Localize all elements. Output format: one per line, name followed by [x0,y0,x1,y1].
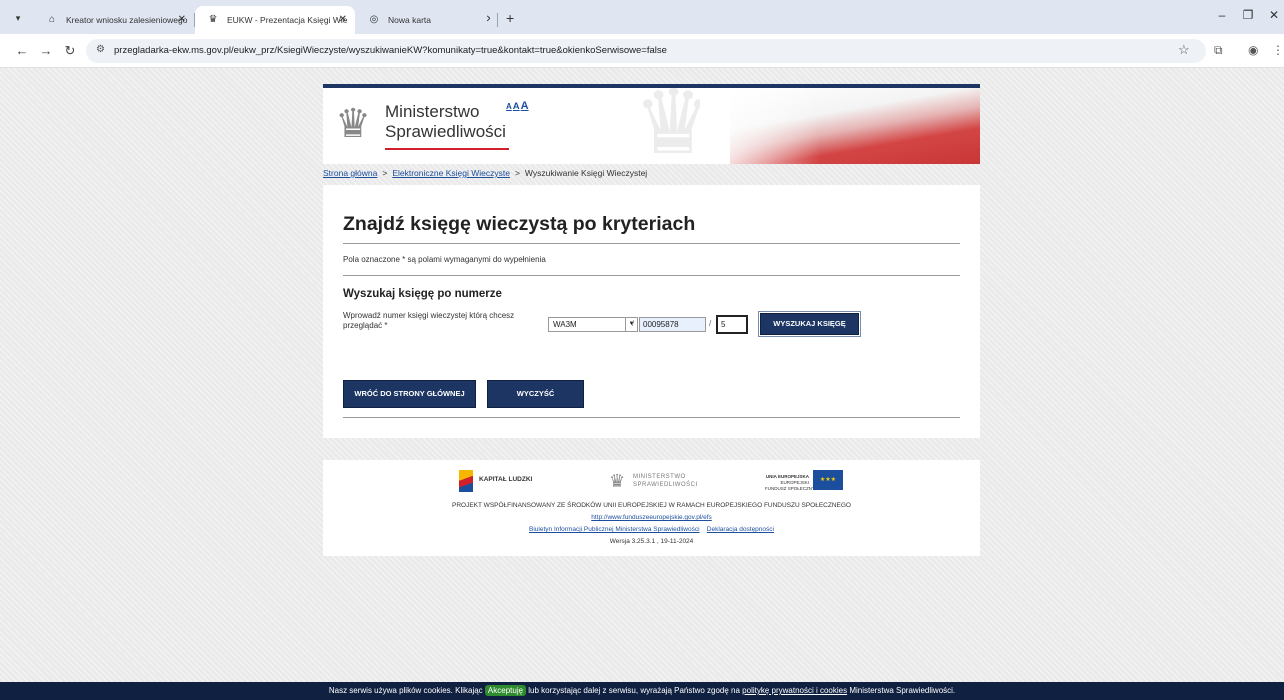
tab-title: Nowa karta [388,15,431,25]
breadcrumb-home[interactable]: Strona główna [323,168,377,178]
eu-logo-text: UNIA EUROPEJSKA EUROPEJSKI FUNDUSZ SPOŁE… [765,474,816,492]
chrome-icon: ◎ [369,14,379,25]
font-size-medium[interactable]: A [513,101,520,112]
slash-separator: / [709,319,712,328]
font-size-small[interactable]: A [506,102,512,111]
restore-icon[interactable]: ❐ [1238,8,1258,22]
breadcrumb: Strona główna > Elektroniczne Księgi Wiecz… [323,168,647,178]
section-title: Wyszukaj księgę po numerze [343,288,502,300]
bip-link[interactable]: Biuletyn Informacji Publicznej Ministers… [529,526,700,533]
tab-title: EUKW - Prezentacja Księgi Wie [227,15,348,25]
cookie-text-middle: lub korzystając dalej z serwisu, wyrażaj… [528,686,740,695]
breadcrumb-separator: > [382,168,388,178]
font-size-switcher: AAA [506,100,530,112]
bookmark-star-icon[interactable]: ☆ [1178,42,1190,58]
ministry-logo: ♛ MINISTERSTWO SPRAWIEDLIWOŚCI [609,468,709,494]
page-viewport: ♛ ♛ Ministerstwo Sprawiedliwości AAA Str… [0,68,1284,700]
close-icon[interactable]: ✕ [486,6,490,34]
back-to-home-button[interactable]: WRÓĆ DO STRONY GŁÓWNEJ [343,380,476,408]
font-size-large[interactable]: A [521,100,529,112]
ministry-logo-line-2: SPRAWIEDLIWOŚCI [633,482,698,488]
project-text: PROJEKT WSPÓŁFINANSOWANY ZE ŚRODKÓW UNII… [452,502,851,509]
new-tab-button[interactable]: + [506,11,514,25]
efs-link[interactable]: http://www.funduszeeuropejskie.gov.pl/ef… [591,514,712,521]
ministry-logo-line-1: MINISTERSTWO [633,474,686,480]
profile-icon[interactable]: ◉ [1248,43,1258,57]
page-title: Znajdź księgę wieczystą po kryteriach [343,213,696,235]
brand-line-1[interactable]: Ministerstwo [385,102,479,122]
kw-number-label: Wprowadź numer księgi wieczystej którą c… [343,311,515,330]
version-text: Wersja 3.25.3.1 , 19-11-2024 [609,538,694,545]
eu-logo-line-3: FUNDUSZ SPOŁECZNY [765,486,816,491]
efs-link-line: http://www.funduszeeuropejskie.gov.pl/ef… [323,514,980,521]
slash-separator: / [632,319,635,328]
tab-eukw[interactable]: ♛ EUKW - Prezentacja Księgi Wie ✕ [195,6,355,34]
kw-number-input[interactable]: 00095878 [639,317,706,332]
tab-title: Kreator wniosku zalesieniowego [66,15,188,25]
tab-search-icon[interactable]: ▾ [10,10,26,26]
breadcrumb-separator: > [514,168,520,178]
tab-kreator[interactable]: ⌂ Kreator wniosku zalesieniowego ✕ [34,6,194,34]
court-code-value: WA3M [553,320,577,329]
cookie-accept-button[interactable]: Akceptuję [484,685,527,696]
accessibility-link[interactable]: Deklaracja dostępności [707,526,774,533]
brand-line-2[interactable]: Sprawiedliwości [385,122,506,142]
kapital-ludzki-text: KAPITAŁ LUDZKI [479,476,533,483]
address-bar[interactable]: ⚙ przegladarka-ekw.ms.gov.pl/eukw_prz/Ks… [86,39,1206,63]
close-window-icon[interactable]: ✕ [1264,8,1284,22]
menu-icon[interactable]: ⋮ [1272,43,1284,57]
breadcrumb-current: Wyszukiwanie Księgi Wieczystej [524,168,648,178]
ministry-logo-text: MINISTERSTWO SPRAWIEDLIWOŚCI [633,473,698,489]
check-digit-input[interactable]: 5 [716,315,748,334]
extensions-icon[interactable]: ⧉ [1214,43,1223,58]
footer-links: Biuletyn Informacji Publicznej Ministers… [323,526,980,533]
tab-nowa-karta[interactable]: ◎ Nowa karta ✕ [356,6,490,34]
partner-logos: KAPITAŁ LUDZKI ♛ MINISTERSTWO SPRAWIEDLI… [323,468,980,494]
required-note: Pola oznaczone * są polami wymaganymi do… [343,255,546,264]
url-text[interactable]: przegladarka-ekw.ms.gov.pl/eukw_prz/Ksie… [114,39,667,63]
minimize-icon[interactable]: – [1212,8,1232,22]
eu-logo: UNIA EUROPEJSKA EUROPEJSKI FUNDUSZ SPOŁE… [765,468,855,494]
kapital-ludzki-logo: KAPITAŁ LUDZKI [459,468,549,494]
divider [343,417,960,418]
tab-strip: ▾ ⌂ Kreator wniosku zalesieniowego ✕ ♛ E… [0,0,1284,34]
forward-arrow-icon[interactable]: → [38,43,54,59]
breadcrumb-ekw[interactable]: Elektroniczne Księgi Wieczyste [392,168,510,178]
cookie-text-end: Ministerstwa Sprawiedliwości. [849,686,956,695]
court-code-select[interactable]: WA3M ▼ [548,317,638,332]
cookie-text-start: Nasz serwis używa plików cookies. Klikaj… [328,686,483,695]
reload-icon[interactable]: ↻ [62,43,78,59]
clear-button[interactable]: WYCZYŚĆ [487,380,584,408]
site-footer: KAPITAŁ LUDZKI ♛ MINISTERSTWO SPRAWIEDLI… [323,460,980,556]
kapital-ludzki-icon [459,470,473,492]
brand-underline [385,148,509,150]
search-button[interactable]: WYSZUKAJ KSIĘGĘ [758,311,861,337]
eagle-emblem-icon: ♛ [335,102,371,146]
eu-flag-icon: ★★★ [813,470,843,490]
browser-toolbar: ← → ↻ ⚙ przegladarka-ekw.ms.gov.pl/eukw_… [0,34,1284,68]
cookie-banner: Nasz serwis używa plików cookies. Klikaj… [0,682,1284,700]
chevron-down-icon[interactable]: ▼ [625,318,637,331]
divider [343,275,960,276]
eagle-icon: ♛ [208,14,218,25]
eagle-icon: ♛ [609,471,626,491]
site-header: ♛ ♛ Ministerstwo Sprawiedliwości AAA [323,84,980,164]
privacy-policy-link[interactable]: politykę prywatności i cookies [742,686,847,695]
banner-fade [700,88,820,164]
tab-separator [497,13,498,27]
close-icon[interactable]: ✕ [339,6,347,34]
site-info-icon[interactable]: ⚙ [96,44,105,55]
document-icon: ⌂ [48,14,56,25]
divider [343,243,960,244]
close-icon[interactable]: ✕ [178,6,186,34]
back-arrow-icon[interactable]: ← [14,43,30,59]
